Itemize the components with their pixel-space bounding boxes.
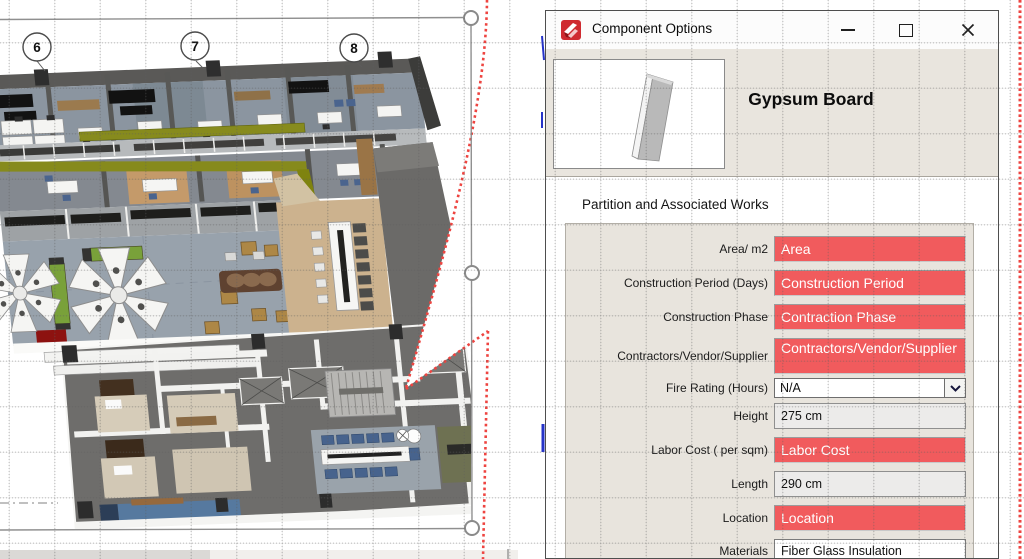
field-value-text: Labor Cost — [781, 442, 849, 458]
blue-guide-ticks — [542, 36, 544, 452]
handle-top-right — [464, 11, 478, 25]
maximize-button[interactable] — [892, 18, 920, 42]
field-value-text: Location — [781, 510, 834, 526]
grid-bubble-6: 6 — [33, 40, 41, 55]
dialog-body: Partition and Associated Works Area/ m2A… — [546, 177, 998, 558]
sketchup-logo-icon — [559, 19, 583, 41]
field-value-text: Contractors/​Vendor/​Supplier — [781, 340, 957, 357]
field-value-text: N/A — [780, 381, 944, 395]
field-label: Height — [566, 409, 774, 423]
field-value[interactable]: Labor Cost — [774, 437, 966, 463]
field-label: Fire Rating (Hours) — [566, 381, 774, 395]
field-value-text: 275 cm — [781, 409, 822, 423]
field-label: Contractors/Vendor/Supplier — [566, 349, 774, 363]
field-row-length: Length 290 cm — [566, 471, 973, 497]
field-value[interactable]: Location — [774, 505, 966, 531]
maximize-icon — [899, 24, 913, 37]
field-row-height: Height 275 cm — [566, 403, 973, 429]
grid-bubble-7: 7 — [191, 39, 199, 54]
field-label: Length — [566, 477, 774, 491]
field-label: Construction Period (Days) — [566, 276, 774, 290]
field-label: Location — [566, 511, 774, 525]
field-row-construction-phase: Construction Phase Contraction Phase — [566, 304, 973, 330]
grid-bubble-8: 8 — [350, 41, 358, 56]
minimize-button[interactable] — [834, 18, 862, 42]
field-row-materials: Materials Fiber Glass Insulation — [566, 539, 973, 558]
field-label: Area/ m2 — [566, 242, 774, 256]
field-value-text: Fiber Glass Insulation — [781, 544, 902, 558]
component-options-dialog: Component Options Gypsum Board Partition… — [545, 10, 999, 559]
layout-canvas: 6 7 8 Component Options — [0, 0, 1024, 559]
field-label: Materials — [566, 544, 774, 558]
bottom-strip — [0, 549, 518, 559]
handle-bottom-right — [465, 521, 479, 535]
field-label: Construction Phase — [566, 310, 774, 324]
section-title: Partition and Associated Works — [582, 197, 769, 212]
gypsum-board-thumbnail — [554, 60, 724, 168]
minimize-icon — [841, 29, 855, 31]
field-row-area-m2: Area/ m2 Area — [566, 236, 973, 262]
field-value[interactable]: Area — [774, 236, 966, 262]
chevron-down-icon[interactable] — [944, 379, 965, 397]
field-value-text: Contraction Phase — [781, 309, 896, 325]
close-icon — [961, 23, 975, 37]
field-value[interactable]: Fiber Glass Insulation — [774, 539, 966, 558]
dialog-header: Gypsum Board — [546, 49, 998, 177]
field-value-text: Construction Period — [781, 275, 904, 291]
building-model — [0, 49, 492, 533]
field-row-location: Location Location — [566, 505, 973, 531]
close-button[interactable] — [954, 18, 982, 42]
field-row-labor-cost-per-sqm-: Labor Cost ( per sqm) Labor Cost — [566, 437, 973, 463]
field-dropdown[interactable]: N/A — [774, 378, 966, 398]
field-row-contractors-vendor-supplier: Contractors/Vendor/Supplier Contractors/​… — [566, 338, 973, 374]
component-name: Gypsum Board — [696, 89, 926, 110]
dialog-title: Component Options — [592, 21, 712, 36]
field-value-text: 290 cm — [781, 477, 822, 491]
field-value-text: Area — [781, 241, 811, 257]
field-value[interactable]: Contraction Phase — [774, 304, 966, 330]
options-groupbox: Area/ m2AreaConstruction Period (Days)Co… — [565, 223, 974, 558]
handle-mid-right — [465, 266, 479, 280]
dialog-titlebar[interactable]: Component Options — [546, 11, 998, 50]
field-value[interactable]: Construction Period — [774, 270, 966, 296]
field-value[interactable]: Contractors/​Vendor/​Supplier — [774, 338, 966, 374]
field-row-construction-period-days-: Construction Period (Days) Construction P… — [566, 270, 973, 296]
component-preview — [553, 59, 725, 169]
field-row-fire-rating-hours-: Fire Rating (Hours) N/A — [566, 378, 973, 398]
field-value[interactable]: 290 cm — [774, 471, 966, 497]
field-value[interactable]: 275 cm — [774, 403, 966, 429]
field-label: Labor Cost ( per sqm) — [566, 443, 774, 457]
